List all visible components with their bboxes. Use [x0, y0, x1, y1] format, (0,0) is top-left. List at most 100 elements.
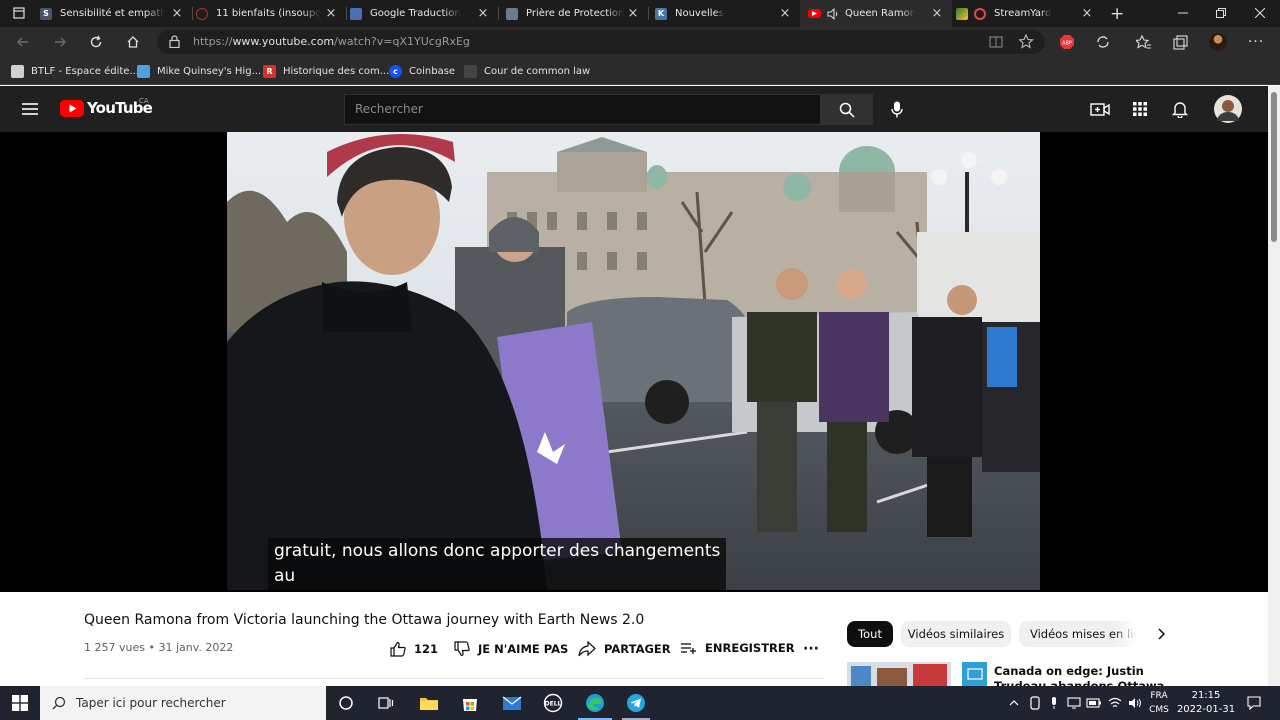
account-avatar[interactable]: [1214, 95, 1242, 123]
tab-bienfaits[interactable]: 11 bienfaits (insoupçonnés) ×: [196, 0, 346, 27]
close-tab-icon[interactable]: ×: [1080, 6, 1094, 21]
microphone-icon[interactable]: [885, 96, 909, 122]
tab-nouvelles[interactable]: K Nouvelles ×: [655, 0, 800, 27]
tab-streamyard[interactable]: StreamYard ×: [956, 0, 1102, 27]
windows-taskbar: Taper ici pour rechercher DELL FRA CMS 2…: [0, 686, 1280, 720]
url-field[interactable]: https://www.youtube.com/watch?v=qX1YUcgR…: [157, 30, 1045, 54]
add-favorite-icon[interactable]: [1019, 34, 1034, 49]
share-icon: [578, 641, 596, 657]
reader-view-icon[interactable]: [989, 35, 1003, 49]
close-tab-icon[interactable]: ×: [170, 6, 184, 21]
tab-google-traduction[interactable]: Google Traduction ×: [350, 0, 498, 27]
apps-grid-icon[interactable]: [1129, 98, 1151, 120]
microsoft-store-icon[interactable]: [458, 691, 482, 715]
bookmark-mike-quinsey[interactable]: Mike Quinsey's Hig...: [137, 63, 261, 79]
recommended-video-thumbnail[interactable]: [847, 662, 951, 686]
like-button[interactable]: 121: [390, 641, 438, 657]
adblock-extension-icon[interactable]: ABP: [1056, 32, 1078, 52]
svg-text:ABP: ABP: [1062, 41, 1072, 47]
chip-videos-mises-en-ligne[interactable]: Vidéos mises en ligne: [1019, 621, 1137, 647]
bookmark-btlf[interactable]: BTLF - Espace édite...: [11, 63, 139, 79]
tab-priere[interactable]: Prière de Protection ×: [506, 0, 648, 27]
streamyard-icon: [974, 7, 986, 20]
mail-icon[interactable]: [500, 691, 524, 715]
speaker-icon[interactable]: [827, 7, 839, 20]
channel-badge-icon: [962, 662, 987, 686]
bookmark-coinbase[interactable]: c Coinbase: [389, 63, 455, 79]
windows-start-icon[interactable]: [8, 691, 32, 715]
file-explorer-icon[interactable]: [417, 691, 441, 715]
create-video-icon[interactable]: [1089, 98, 1111, 120]
youtube-play-icon: [60, 99, 84, 117]
back-icon[interactable]: [12, 32, 34, 52]
task-view-icon[interactable]: [374, 691, 398, 715]
region-code: CA: [139, 97, 149, 105]
close-tab-icon[interactable]: ×: [324, 6, 338, 21]
site-icon: [196, 7, 208, 20]
video-title: Queen Ramona from Victoria launching the…: [84, 612, 645, 628]
address-bar-row: https://www.youtube.com/watch?v=qX1YUcgR…: [0, 27, 1280, 57]
cortana-icon[interactable]: [334, 691, 358, 715]
btlf-icon: [11, 64, 24, 78]
language-indicator[interactable]: FRA CMS: [1146, 689, 1172, 717]
system-clock[interactable]: 21:15 2022-01-31: [1176, 689, 1236, 717]
share-button[interactable]: PARTAGER: [578, 641, 671, 657]
close-tab-icon[interactable]: ×: [930, 6, 944, 21]
bookmark-cour-common-law[interactable]: Cour de common law: [464, 63, 590, 79]
save-button[interactable]: ENREGISTRER: [680, 641, 795, 655]
chip-videos-similaires[interactable]: Vidéos similaires: [901, 621, 1011, 647]
chip-tout[interactable]: Tout: [847, 621, 893, 647]
video-info-section: Queen Ramona from Victoria launching the…: [0, 592, 1268, 708]
minimize-icon[interactable]: [1172, 3, 1194, 23]
forward-icon[interactable]: [49, 32, 71, 52]
scrollbar-thumb[interactable]: [1271, 92, 1277, 242]
collections-icon[interactable]: [1169, 32, 1191, 52]
vk-icon: K: [655, 7, 667, 20]
refresh-icon[interactable]: [85, 32, 107, 52]
chevron-right-icon[interactable]: [1156, 628, 1166, 640]
prayer-icon: [506, 7, 518, 20]
profile-avatar[interactable]: [1207, 32, 1229, 52]
url-text: https://www.youtube.com/watch?v=qX1YUcgR…: [193, 35, 470, 48]
restore-icon[interactable]: [1210, 3, 1232, 23]
tab-actions-icon[interactable]: [8, 3, 30, 23]
svg-text:DELL: DELL: [545, 701, 562, 708]
more-actions-button[interactable]: ···: [803, 641, 819, 657]
search-icon: [839, 102, 855, 118]
telegram-icon[interactable]: [624, 691, 648, 715]
dislike-button[interactable]: JE N'AIME PAS: [454, 641, 568, 657]
search-input[interactable]: Rechercher: [344, 94, 820, 125]
new-tab-button[interactable]: +: [1110, 0, 1128, 27]
settings-more-icon[interactable]: ···: [1245, 32, 1267, 52]
notifications-center-icon[interactable]: [1242, 691, 1266, 715]
close-tab-icon[interactable]: ×: [626, 6, 640, 21]
browser-tab-strip: S Sensibilité et empathie × 11 bienfaits…: [0, 0, 1280, 27]
lock-icon[interactable]: [169, 35, 180, 48]
search-button[interactable]: [820, 94, 873, 125]
page-scrollbar[interactable]: [1268, 86, 1280, 686]
tab-sensibilite[interactable]: S Sensibilité et empathie ×: [40, 0, 192, 27]
volume-icon[interactable]: [1123, 691, 1147, 715]
edge-browser-icon[interactable]: [583, 691, 607, 715]
video-frame-image: [227, 132, 1040, 590]
video-player[interactable]: [227, 132, 1040, 590]
notifications-bell-icon[interactable]: [1169, 98, 1191, 120]
save-playlist-icon: [681, 643, 696, 654]
tab-queen-ramona[interactable]: Queen Ramona from Victoria ×: [800, 0, 952, 27]
court-icon: [464, 64, 477, 78]
thumbs-up-icon: [390, 641, 406, 657]
close-tab-icon[interactable]: ×: [476, 6, 490, 21]
taskbar-search-input[interactable]: Taper ici pour rechercher: [40, 686, 326, 720]
hamburger-menu-icon[interactable]: [19, 98, 41, 120]
video-caption: gratuit, nous allons donc apporter des c…: [268, 538, 727, 590]
sync-icon[interactable]: [1092, 32, 1114, 52]
bookmark-historique[interactable]: R Historique des com...: [263, 63, 389, 79]
thumbs-down-icon: [454, 641, 470, 657]
home-icon[interactable]: [122, 32, 144, 52]
bookmarks-bar: BTLF - Espace édite... Mike Quinsey's Hi…: [0, 57, 1280, 85]
close-tab-icon[interactable]: ×: [778, 6, 792, 21]
favorites-icon[interactable]: [1132, 32, 1154, 52]
video-meta: 1 257 vues • 31 janv. 2022: [84, 641, 234, 654]
close-window-icon[interactable]: [1249, 3, 1271, 23]
dell-icon[interactable]: DELL: [541, 691, 565, 715]
